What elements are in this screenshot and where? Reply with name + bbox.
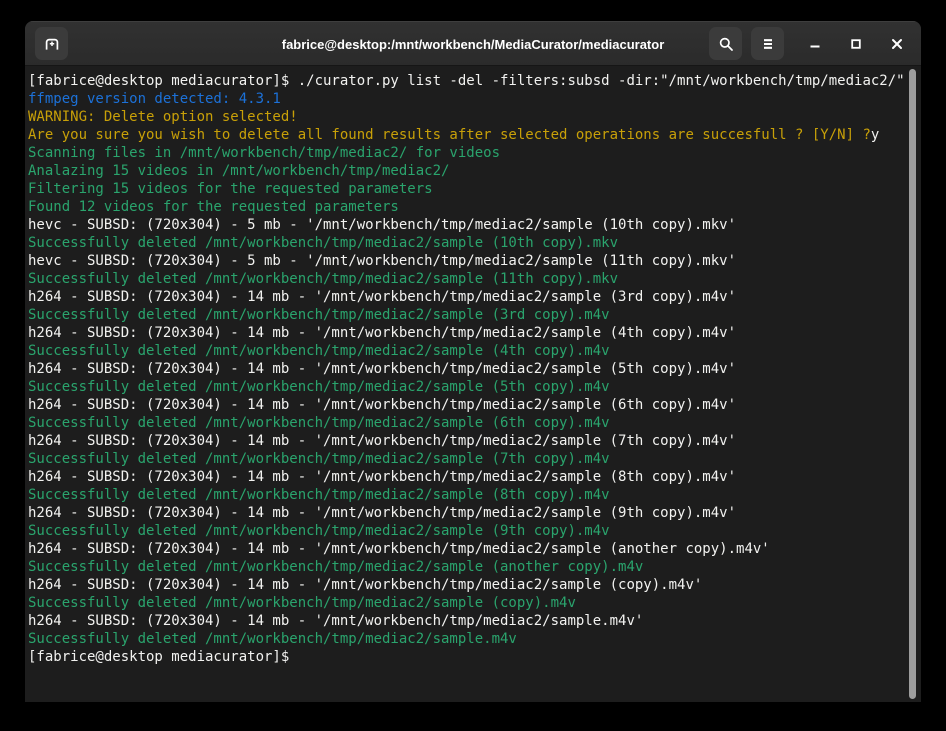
terminal-text-segment: Filtering 15 videos for the requested pa… xyxy=(28,181,433,197)
terminal-text-segment: WARNING: Delete option selected! xyxy=(28,109,298,125)
terminal-text-segment: Scanning files in /mnt/workbench/tmp/med… xyxy=(28,145,500,161)
terminal-line: Found 12 videos for the requested parame… xyxy=(28,198,901,216)
terminal-text-segment: Successfully deleted /mnt/workbench/tmp/… xyxy=(28,271,618,287)
terminal-line: Successfully deleted /mnt/workbench/tmp/… xyxy=(28,594,901,612)
terminal-line: Filtering 15 videos for the requested pa… xyxy=(28,180,901,198)
hamburger-menu-icon xyxy=(761,37,775,51)
terminal-text-segment: Found 12 videos for the requested parame… xyxy=(28,199,399,215)
search-icon xyxy=(718,36,734,52)
terminal-line: Are you sure you wish to delete all foun… xyxy=(28,126,901,144)
terminal-output[interactable]: [fabrice@desktop mediacurator]$ ./curato… xyxy=(25,67,921,702)
terminal-text-segment: h264 - SUBSD: (720x304) - 14 mb - '/mnt/… xyxy=(28,433,736,449)
terminal-line: Successfully deleted /mnt/workbench/tmp/… xyxy=(28,378,901,396)
terminal-text-segment: Successfully deleted /mnt/workbench/tmp/… xyxy=(28,559,643,575)
terminal-text-segment: Successfully deleted /mnt/workbench/tmp/… xyxy=(28,523,610,539)
terminal-text-segment: ffmpeg version detected: 4.3.1 xyxy=(28,91,281,107)
terminal-line: h264 - SUBSD: (720x304) - 14 mb - '/mnt/… xyxy=(28,288,901,306)
terminal-text-segment: Successfully deleted /mnt/workbench/tmp/… xyxy=(28,235,618,251)
terminal-text-segment: [fabrice@desktop mediacurator]$ ./curato… xyxy=(28,73,905,89)
terminal-line: h264 - SUBSD: (720x304) - 14 mb - '/mnt/… xyxy=(28,540,901,558)
terminal-line: h264 - SUBSD: (720x304) - 14 mb - '/mnt/… xyxy=(28,504,901,522)
terminal-text-segment: Successfully deleted /mnt/workbench/tmp/… xyxy=(28,379,610,395)
terminal-text-segment: h264 - SUBSD: (720x304) - 14 mb - '/mnt/… xyxy=(28,613,643,629)
terminal-text-segment: Successfully deleted /mnt/workbench/tmp/… xyxy=(28,487,610,503)
terminal-text-segment: h264 - SUBSD: (720x304) - 14 mb - '/mnt/… xyxy=(28,505,736,521)
terminal-text-segment: h264 - SUBSD: (720x304) - 14 mb - '/mnt/… xyxy=(28,397,736,413)
terminal-text-segment: Successfully deleted /mnt/workbench/tmp/… xyxy=(28,343,610,359)
terminal-line: hevc - SUBSD: (720x304) - 5 mb - '/mnt/w… xyxy=(28,252,901,270)
close-button[interactable] xyxy=(885,27,909,60)
terminal-text-segment: Successfully deleted /mnt/workbench/tmp/… xyxy=(28,631,517,647)
terminal-window: fabrice@desktop:/mnt/workbench/MediaCura… xyxy=(25,21,921,702)
terminal-line: ffmpeg version detected: 4.3.1 xyxy=(28,90,901,108)
new-tab-icon xyxy=(44,36,60,52)
terminal-line: hevc - SUBSD: (720x304) - 5 mb - '/mnt/w… xyxy=(28,216,901,234)
terminal-text-segment: Successfully deleted /mnt/workbench/tmp/… xyxy=(28,307,610,323)
terminal-line: Scanning files in /mnt/workbench/tmp/med… xyxy=(28,144,901,162)
terminal-line: [fabrice@desktop mediacurator]$ xyxy=(28,648,901,666)
terminal-line: Successfully deleted /mnt/workbench/tmp/… xyxy=(28,306,901,324)
terminal-line: Analazing 15 videos in /mnt/workbench/tm… xyxy=(28,162,901,180)
terminal-line: [fabrice@desktop mediacurator]$ ./curato… xyxy=(28,72,901,90)
terminal-text-segment: Successfully deleted /mnt/workbench/tmp/… xyxy=(28,595,576,611)
terminal-line: h264 - SUBSD: (720x304) - 14 mb - '/mnt/… xyxy=(28,324,901,342)
terminal-text-segment: h264 - SUBSD: (720x304) - 14 mb - '/mnt/… xyxy=(28,469,736,485)
terminal-line: Successfully deleted /mnt/workbench/tmp/… xyxy=(28,270,901,288)
scrollbar-thumb[interactable] xyxy=(909,69,916,699)
terminal-text-segment: Successfully deleted /mnt/workbench/tmp/… xyxy=(28,415,610,431)
terminal-line: h264 - SUBSD: (720x304) - 14 mb - '/mnt/… xyxy=(28,468,901,486)
terminal-text-segment: Are you sure you wish to delete all foun… xyxy=(28,127,871,143)
terminal-line: Successfully deleted /mnt/workbench/tmp/… xyxy=(28,486,901,504)
terminal-line: Successfully deleted /mnt/workbench/tmp/… xyxy=(28,558,901,576)
terminal-text-segment: [fabrice@desktop mediacurator]$ xyxy=(28,649,289,665)
terminal-text-segment: Analazing 15 videos in /mnt/workbench/tm… xyxy=(28,163,449,179)
maximize-icon xyxy=(848,36,864,52)
titlebar-controls xyxy=(709,27,909,60)
terminal-line: h264 - SUBSD: (720x304) - 14 mb - '/mnt/… xyxy=(28,432,901,450)
titlebar: fabrice@desktop:/mnt/workbench/MediaCura… xyxy=(25,21,921,66)
terminal-line: Successfully deleted /mnt/workbench/tmp/… xyxy=(28,414,901,432)
terminal-text-segment: h264 - SUBSD: (720x304) - 14 mb - '/mnt/… xyxy=(28,541,770,557)
terminal-text-segment: y xyxy=(871,127,879,143)
terminal-line: h264 - SUBSD: (720x304) - 14 mb - '/mnt/… xyxy=(28,396,901,414)
menu-button[interactable] xyxy=(751,27,784,60)
terminal-line: Successfully deleted /mnt/workbench/tmp/… xyxy=(28,630,901,648)
terminal-text-segment: hevc - SUBSD: (720x304) - 5 mb - '/mnt/w… xyxy=(28,253,736,269)
search-button[interactable] xyxy=(709,27,742,60)
terminal-text-segment: h264 - SUBSD: (720x304) - 14 mb - '/mnt/… xyxy=(28,577,702,593)
maximize-button[interactable] xyxy=(844,27,868,60)
terminal-text-segment: h264 - SUBSD: (720x304) - 14 mb - '/mnt/… xyxy=(28,361,736,377)
terminal-text-segment: hevc - SUBSD: (720x304) - 5 mb - '/mnt/w… xyxy=(28,217,736,233)
minimize-icon xyxy=(807,36,823,52)
terminal-line: h264 - SUBSD: (720x304) - 14 mb - '/mnt/… xyxy=(28,576,901,594)
terminal-line: WARNING: Delete option selected! xyxy=(28,108,901,126)
close-icon xyxy=(889,36,905,52)
terminal-text-segment: h264 - SUBSD: (720x304) - 14 mb - '/mnt/… xyxy=(28,289,736,305)
terminal-line: Successfully deleted /mnt/workbench/tmp/… xyxy=(28,342,901,360)
terminal-line: h264 - SUBSD: (720x304) - 14 mb - '/mnt/… xyxy=(28,612,901,630)
new-tab-button[interactable] xyxy=(35,27,68,60)
terminal-line: Successfully deleted /mnt/workbench/tmp/… xyxy=(28,234,901,252)
terminal-line: Successfully deleted /mnt/workbench/tmp/… xyxy=(28,522,901,540)
terminal-line: h264 - SUBSD: (720x304) - 14 mb - '/mnt/… xyxy=(28,360,901,378)
terminal-line: Successfully deleted /mnt/workbench/tmp/… xyxy=(28,450,901,468)
scrollbar-track xyxy=(909,69,917,699)
terminal-text-segment: h264 - SUBSD: (720x304) - 14 mb - '/mnt/… xyxy=(28,325,736,341)
terminal-text-segment: Successfully deleted /mnt/workbench/tmp/… xyxy=(28,451,610,467)
minimize-button[interactable] xyxy=(803,27,827,60)
